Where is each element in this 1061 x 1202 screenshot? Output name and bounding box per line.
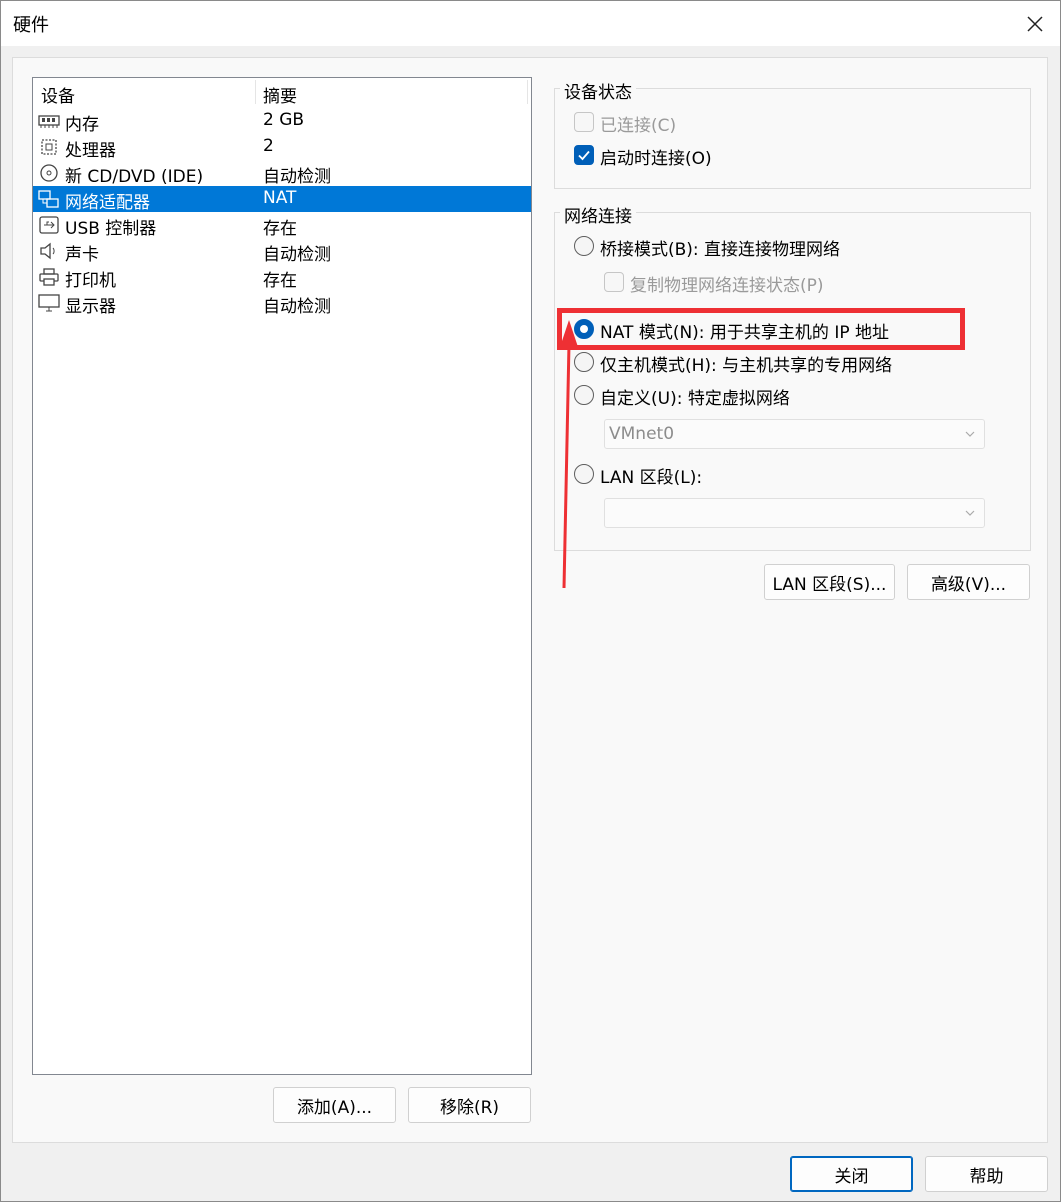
bridged-label: 桥接模式(B): 直接连接物理网络 <box>600 240 841 260</box>
device-summary: 自动检测 <box>263 245 331 265</box>
speaker-icon <box>40 242 55 260</box>
device-name: USB 控制器 <box>65 219 157 239</box>
connect-at-power-on-checkbox[interactable] <box>574 145 594 165</box>
network-connection-title: 网络连接 <box>560 202 636 227</box>
title-bar: 硬件 <box>1 1 1060 46</box>
custom-label: 自定义(U): 特定虚拟网络 <box>600 389 790 409</box>
connect-at-power-on-label: 启动时连接(O) <box>600 149 712 169</box>
device-summary: NAT <box>263 188 297 208</box>
window-title: 硬件 <box>13 15 49 36</box>
device-row-cd-dvd[interactable]: 新 CD/DVD (IDE) 自动检测 <box>33 160 531 187</box>
device-name: 内存 <box>65 115 99 135</box>
column-separator <box>255 80 256 104</box>
lan-segment-label: LAN 区段(L): <box>600 468 703 488</box>
device-name: 打印机 <box>65 271 116 291</box>
lan-segments-button[interactable]: LAN 区段(S)... <box>764 564 895 600</box>
device-name: 网络适配器 <box>65 193 150 213</box>
annotation-highlight-box <box>557 308 965 350</box>
chevron-down-icon <box>965 431 975 437</box>
device-name: 声卡 <box>65 245 99 265</box>
cd-dvd-icon <box>40 164 58 182</box>
device-name: 新 CD/DVD (IDE) <box>65 167 204 187</box>
printer-icon <box>39 268 59 286</box>
help-button[interactable]: 帮助 <box>925 1156 1048 1192</box>
remove-button[interactable]: 移除(R) <box>408 1087 531 1123</box>
network-adapter-icon <box>38 190 59 208</box>
processor-icon <box>41 139 57 155</box>
vmnet-select[interactable]: VMnet0 <box>604 419 985 449</box>
device-row-printer[interactable]: 打印机 存在 <box>33 264 531 291</box>
device-summary: 2 <box>263 136 274 156</box>
checkmark-icon <box>578 150 590 161</box>
device-row-processor[interactable]: 处理器 2 <box>33 134 531 161</box>
replicate-state-label: 复制物理网络连接状态(P) <box>630 276 824 296</box>
device-row-usb[interactable]: USB 控制器 存在 <box>33 212 531 239</box>
column-separator <box>527 80 528 104</box>
device-summary: 存在 <box>263 219 297 239</box>
device-row-memory[interactable]: 内存 2 GB <box>33 108 531 135</box>
device-row-sound-card[interactable]: 声卡 自动检测 <box>33 238 531 265</box>
device-list[interactable]: 设备 摘要 内存 2 GB 处理器 2 新 CD/DVD (IDE) 自动检测 … <box>32 77 532 1075</box>
device-summary: 自动检测 <box>263 167 331 187</box>
device-status-group <box>554 88 1031 189</box>
column-header-device[interactable]: 设备 <box>41 82 75 107</box>
hardware-dialog: 硬件 设备 摘要 内存 2 GB 处理器 2 新 CD/DVD (IDE) 自动… <box>0 0 1061 1202</box>
device-name: 处理器 <box>65 141 116 161</box>
device-summary: 自动检测 <box>263 297 331 317</box>
close-button[interactable]: 关闭 <box>790 1156 913 1192</box>
device-name: 显示器 <box>65 297 116 317</box>
connected-label: 已连接(C) <box>600 116 677 136</box>
device-status-title: 设备状态 <box>560 78 636 103</box>
device-summary: 存在 <box>263 271 297 291</box>
advanced-button[interactable]: 高级(V)... <box>907 564 1030 600</box>
bridged-radio[interactable] <box>574 236 594 256</box>
list-header: 设备 摘要 <box>33 78 531 107</box>
chevron-down-icon <box>965 510 975 516</box>
monitor-icon <box>38 294 60 312</box>
lan-segment-select[interactable] <box>604 498 985 528</box>
column-header-summary[interactable]: 摘要 <box>263 82 297 107</box>
host-only-label: 仅主机模式(H): 与主机共享的专用网络 <box>600 356 893 376</box>
close-icon[interactable] <box>1011 1 1059 46</box>
add-button[interactable]: 添加(A)... <box>273 1087 396 1123</box>
device-summary: 2 GB <box>263 110 305 130</box>
replicate-state-checkbox[interactable] <box>604 272 624 292</box>
device-row-network-adapter[interactable]: 网络适配器 NAT <box>33 186 531 213</box>
annotation-arrow-icon <box>559 320 579 589</box>
connected-checkbox[interactable] <box>574 112 594 132</box>
memory-icon <box>38 115 60 128</box>
usb-icon <box>39 216 59 234</box>
vmnet-value: VMnet0 <box>609 424 675 444</box>
device-row-display[interactable]: 显示器 自动检测 <box>33 290 531 317</box>
